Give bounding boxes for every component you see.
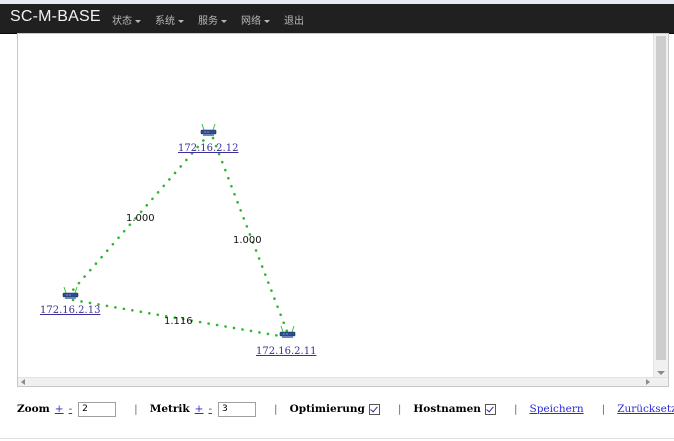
nav-system-label: 系统 <box>155 16 175 27</box>
reset-link[interactable]: Zurücksetzen <box>617 403 674 415</box>
nav-network-label: 网络 <box>241 16 261 27</box>
router-icon <box>200 123 217 137</box>
node-label[interactable]: 172.16.2.11 <box>256 346 316 357</box>
scrollbar-thumb[interactable] <box>656 36 666 360</box>
scroll-right-arrow-icon[interactable] <box>646 379 650 385</box>
nav-network[interactable]: 网络 <box>241 12 270 27</box>
navbar: SC-M-BASE 状态 系统 服务 网络 退出 <box>0 4 674 34</box>
separator: | <box>601 403 606 415</box>
router-icon <box>279 325 296 339</box>
chevron-down-icon <box>135 19 141 23</box>
zoom-label: Zoom <box>17 403 50 415</box>
hostnamen-label: Hostnamen <box>413 403 481 415</box>
node-router[interactable]: 172.16.2.12 <box>178 123 238 154</box>
separator: | <box>134 403 138 415</box>
separator: | <box>274 403 278 415</box>
link-metric-label: 1.000 <box>233 235 262 246</box>
hostnamen-checkbox[interactable] <box>484 403 496 415</box>
node-router[interactable]: 172.16.2.13 <box>40 286 100 316</box>
nav-system[interactable]: 系统 <box>155 12 184 27</box>
save-link[interactable]: Speichern <box>530 403 584 415</box>
nav-status-label: 状态 <box>112 16 132 27</box>
optimierung-checkbox[interactable] <box>368 403 380 415</box>
horizontal-scrollbar[interactable] <box>18 377 668 386</box>
nav-status[interactable]: 状态 <box>112 12 141 27</box>
nav-logout-label: 退出 <box>284 16 304 27</box>
nav-logout[interactable]: 退出 <box>284 12 304 27</box>
chevron-down-icon <box>221 19 227 23</box>
nav-services[interactable]: 服务 <box>198 12 227 27</box>
node-label[interactable]: 172.16.2.13 <box>40 305 100 316</box>
zoom-minus-button[interactable]: - <box>69 403 73 415</box>
separator: | <box>513 403 518 415</box>
zoom-input[interactable] <box>78 401 117 417</box>
topology-viewer: 1.000 1.000 1.116 172.16.2.12 172.16.2.1… <box>17 33 669 387</box>
metrik-minus-button[interactable]: - <box>208 403 212 415</box>
metrik-input[interactable] <box>218 401 257 417</box>
brand-logo[interactable]: SC-M-BASE <box>10 8 101 26</box>
link-metric-label: 1.116 <box>164 316 193 327</box>
scroll-down-arrow-icon[interactable] <box>657 371 665 375</box>
separator: | <box>397 403 402 415</box>
nav-services-label: 服务 <box>198 16 218 27</box>
metrik-label: Metrik <box>149 403 190 415</box>
optimierung-label: Optimierung <box>289 403 365 415</box>
router-icon <box>62 286 79 300</box>
main-nav: 状态 系统 服务 网络 退出 <box>112 12 318 27</box>
link-metric-label: 1.000 <box>126 213 155 224</box>
vertical-scrollbar[interactable] <box>653 34 668 378</box>
zoom-plus-button[interactable]: + <box>55 403 64 415</box>
metrik-plus-button[interactable]: + <box>195 403 204 415</box>
node-label[interactable]: 172.16.2.12 <box>178 143 238 154</box>
scroll-left-arrow-icon[interactable] <box>21 379 25 385</box>
chevron-down-icon <box>178 19 184 23</box>
graph-controls: Zoom + - | Metrik + - | Optimierung | Ho… <box>17 400 674 418</box>
chevron-down-icon <box>264 19 270 23</box>
topology-graph: 1.000 1.000 1.116 172.16.2.12 172.16.2.1… <box>40 123 316 357</box>
footer-divider <box>0 438 674 439</box>
